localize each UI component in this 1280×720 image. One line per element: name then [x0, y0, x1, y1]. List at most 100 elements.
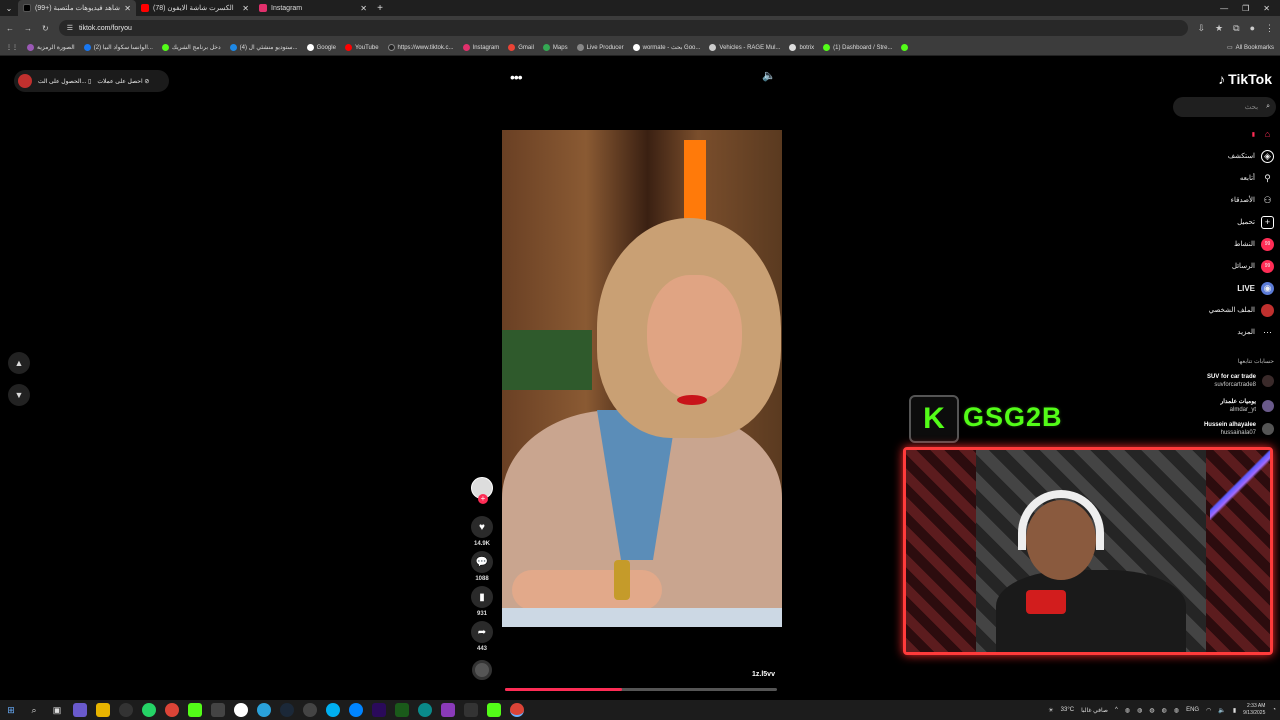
site-info-icon[interactable]: ☰ [67, 24, 73, 32]
sidebar-item-more[interactable]: المزيد ⋯ [1170, 321, 1274, 343]
messenger-icon[interactable] [349, 703, 363, 717]
bookmark[interactable]: (4) ستوديو منشئي ال... [229, 44, 298, 51]
tab-search-button[interactable]: ⌄ [0, 0, 18, 16]
obs-studio-icon[interactable] [303, 703, 317, 717]
video-player[interactable] [502, 130, 782, 627]
search-icon[interactable]: ⌕ [1266, 103, 1270, 111]
app-kick-icon[interactable] [487, 703, 501, 717]
tray-chevron-icon[interactable]: ^ [1115, 707, 1118, 713]
chevron-down-icon[interactable]: ▼ [8, 384, 30, 406]
bookmark[interactable]: الصورة الرمزية [27, 44, 75, 51]
app-dark-icon[interactable] [464, 703, 478, 717]
all-bookmarks[interactable]: ▭ All Bookmarks [1227, 44, 1274, 52]
follow-plus-icon[interactable]: + [478, 494, 488, 504]
sidebar-item-upload[interactable]: تحميل + [1170, 211, 1274, 233]
language-indicator[interactable]: ENG [1186, 707, 1199, 713]
avatar[interactable] [18, 74, 32, 88]
tab-tiktok[interactable]: (99+) شاهد فيديوهات ملتصبة ✕ [18, 0, 136, 16]
more-options-icon[interactable]: ••• [510, 69, 523, 85]
heart-icon[interactable]: ♥ [471, 516, 493, 538]
new-tab-button[interactable]: + [372, 3, 388, 14]
tiktok-logo[interactable]: ♪ TikTok [1218, 71, 1272, 87]
tray-icon[interactable]: ◍ [1162, 707, 1167, 714]
app-green-icon[interactable] [395, 703, 409, 717]
bookmark[interactable]: دخل برنامج الشريك [161, 44, 221, 51]
bookmark[interactable]: wormate - بحث Goo... [632, 44, 700, 51]
sidebar-item-live[interactable]: LIVE ◉ [1170, 277, 1274, 299]
kick-app-icon[interactable] [188, 703, 202, 717]
share-icon[interactable]: ➦ [471, 621, 493, 643]
music-disc-icon[interactable] [472, 660, 492, 680]
comment-icon[interactable]: 💬 [471, 551, 493, 573]
whatsapp-icon[interactable] [142, 703, 156, 717]
telegram-icon[interactable] [257, 703, 271, 717]
forward-icon[interactable]: → [24, 24, 32, 33]
app-icon[interactable] [211, 703, 225, 717]
back-icon[interactable]: ← [6, 24, 14, 33]
edge-icon[interactable] [418, 703, 432, 717]
install-icon[interactable]: ⇩ [1198, 23, 1206, 34]
skype-icon[interactable] [326, 703, 340, 717]
bookmark[interactable]: Vehicles - RAGE Mul... [709, 44, 780, 51]
bookmark[interactable]: (1) Dashboard / Stre... [823, 44, 892, 51]
sidebar-item-for-you[interactable]: ▮ ⌂ [1170, 123, 1274, 145]
chrome-active-icon[interactable] [510, 703, 524, 717]
search-icon[interactable]: ⌕ [27, 703, 41, 717]
bookmark[interactable]: Gmail [508, 44, 534, 51]
close-window-icon[interactable]: ✕ [1263, 4, 1270, 13]
bookmark[interactable]: botrix [789, 44, 814, 51]
sidebar-item-messages[interactable]: الرسائل 99 [1170, 255, 1274, 277]
sidebar-item-activity[interactable]: النشاط 99 [1170, 233, 1274, 255]
close-icon[interactable]: ✕ [124, 4, 131, 13]
bookmark[interactable]: Maps [542, 44, 568, 51]
tray-icon[interactable]: ◍ [1137, 707, 1142, 714]
capcut-icon[interactable] [234, 703, 248, 717]
close-icon[interactable]: ✕ [242, 4, 249, 13]
obs-icon[interactable] [119, 703, 133, 717]
followed-account[interactable]: يوميات علمدار almdar_yt [1170, 398, 1274, 414]
bookmark[interactable]: Instagram [462, 44, 499, 51]
sidebar-item-friends[interactable]: الأصدقاء ⚇ [1170, 189, 1274, 211]
task-view-icon[interactable]: ▣ [50, 703, 64, 717]
menu-icon[interactable]: ⋮ [1265, 23, 1274, 34]
star-icon[interactable]: ★ [1215, 23, 1223, 34]
sidebar-item-explore[interactable]: استكشف ◈ [1170, 145, 1274, 167]
battery-icon[interactable]: ▮ [1233, 707, 1236, 714]
chevron-up-icon[interactable]: ▲ [8, 352, 30, 374]
tray-icon[interactable]: ◍ [1174, 707, 1179, 714]
search-input[interactable]: بحث ⌕ [1173, 97, 1276, 117]
get-coins-button[interactable]: احصل على عملات ⊘ [97, 78, 149, 85]
followed-account[interactable]: SUV for car trade suvforcartrade8 [1170, 373, 1274, 389]
notifications-icon[interactable]: ◔ [1272, 707, 1276, 713]
chrome-icon[interactable] [165, 703, 179, 717]
bookmark-icon[interactable]: ▮ [471, 586, 493, 608]
profile-icon[interactable]: ● [1250, 23, 1255, 34]
bookmark[interactable] [901, 44, 909, 51]
explorer-icon[interactable] [96, 703, 110, 717]
minimize-icon[interactable]: — [1220, 4, 1228, 13]
tray-icon[interactable]: ◍ [1149, 707, 1154, 714]
sidebar-item-following[interactable]: أتابعه ⚲ [1170, 167, 1274, 189]
tab-instagram[interactable]: Instagram ✕ [254, 0, 372, 16]
premiere-icon[interactable] [372, 703, 386, 717]
video-progress-bar[interactable] [505, 688, 777, 691]
bookmark[interactable]: Google [306, 44, 336, 51]
volume-icon[interactable]: 🔈 [762, 69, 776, 82]
windows-start-icon[interactable]: ⊞ [4, 703, 18, 717]
get-app-button[interactable]: الحصول على الت... ▯ [38, 78, 91, 85]
bookmark[interactable]: YouTube [344, 44, 379, 51]
maximize-icon[interactable]: ❐ [1242, 4, 1249, 13]
speaker-icon[interactable]: 🔈 [1218, 707, 1225, 714]
bookmark[interactable]: Live Producer [576, 44, 624, 51]
close-icon[interactable]: ✕ [360, 4, 367, 13]
sidebar-item-profile[interactable]: الملف الشخصي [1170, 299, 1274, 321]
reload-icon[interactable]: ↻ [42, 24, 49, 33]
extensions-icon[interactable]: ⧉ [1233, 23, 1239, 34]
clock[interactable]: 2:33 AM 9/13/2025 [1243, 703, 1265, 717]
bookmark[interactable]: https://www.tiktok.c... [387, 44, 454, 51]
creator-avatar[interactable]: + [471, 477, 493, 504]
followed-account[interactable]: Hussein alhayalee hussainala07 [1170, 421, 1274, 437]
apps-icon[interactable]: ⋮⋮ [6, 44, 18, 51]
copilot-icon[interactable] [73, 703, 87, 717]
bookmark[interactable]: (2) الوانسا سكواد البيا... [83, 44, 153, 51]
